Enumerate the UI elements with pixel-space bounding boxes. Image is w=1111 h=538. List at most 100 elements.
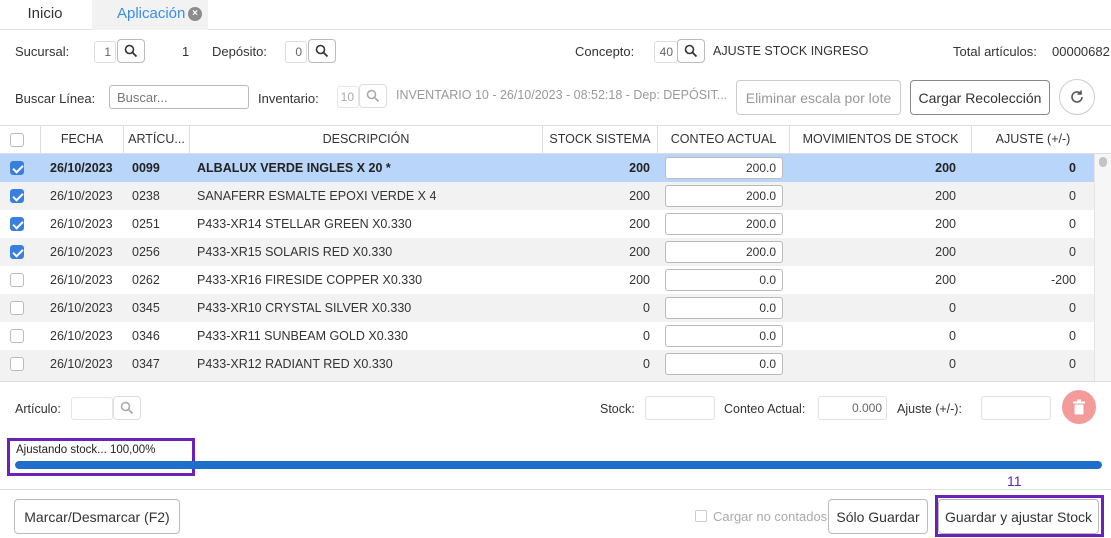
search-icon (366, 89, 380, 103)
search-icon (684, 44, 698, 58)
articulo-field[interactable] (71, 397, 113, 420)
articulo-label: Artículo: (15, 402, 61, 416)
stock-field[interactable] (645, 396, 715, 420)
header-select-all[interactable] (0, 126, 41, 154)
inventario-label: Inventario: (258, 91, 319, 106)
column-descripcion[interactable]: DESCRIPCIÓN (190, 126, 543, 154)
scroll-thumb[interactable] (1099, 157, 1107, 167)
cell-descripcion: P433-XR14 STELLAR GREEN X0.330 (197, 217, 412, 231)
conteo-input[interactable]: 200.0 (665, 241, 783, 263)
concepto-search-button[interactable] (677, 39, 705, 63)
cell-stock: 200 (629, 245, 650, 259)
marcar-desmarcar-button[interactable]: Marcar/Desmarcar (F2) (14, 499, 180, 534)
concepto-field[interactable]: 40 (654, 41, 678, 63)
eliminar-escala-button[interactable]: Eliminar escala por lote (736, 80, 901, 115)
table-scrollbar[interactable] (1094, 154, 1111, 381)
cell-ajuste: 0 (1069, 245, 1076, 259)
concepto-label: Concepto: (575, 44, 635, 59)
table-row[interactable]: 26/10/2023 0099 ALBALUX VERDE INGLES X 20 … (0, 154, 1094, 182)
cell-movimientos: 200 (935, 273, 956, 287)
conteo-input[interactable]: 200.0 (665, 185, 783, 207)
progress-text: Ajustando stock... 100,00% (16, 444, 156, 456)
cell-stock: 0 (643, 301, 650, 315)
table-row[interactable]: 26/10/2023 0345 P433-XR10 CRYSTAL SILVER X… (0, 294, 1094, 322)
concepto-description: AJUSTE STOCK INGRESO (713, 44, 869, 58)
delete-button[interactable] (1062, 390, 1096, 424)
row-checkbox[interactable] (10, 329, 24, 343)
solo-guardar-button[interactable]: Sólo Guardar (828, 499, 928, 534)
conteo-input[interactable]: 200.0 (665, 157, 783, 179)
conteo-input[interactable]: 0.0 (665, 297, 783, 319)
action-highlight (935, 495, 1104, 537)
articulo-search-button[interactable] (113, 396, 141, 420)
conteo-input[interactable]: 200.0 (665, 213, 783, 235)
cargar-recoleccion-button[interactable]: Cargar Recolección (910, 80, 1050, 115)
cell-descripcion: SANAFERR ESMALTE EPOXI VERDE X 4 (197, 189, 437, 203)
cell-descripcion: ALBALUX VERDE INGLES X 20 * (197, 161, 391, 175)
table-row[interactable]: 26/10/2023 0256 P433-XR15 SOLARIS RED X0.3… (0, 238, 1094, 266)
tab-aplicacion[interactable]: Aplicación × (92, 0, 208, 30)
items-table: FECHA ARTÍCU... DESCRIPCIÓN STOCK SISTEM… (0, 125, 1111, 382)
inventario-search-button[interactable] (359, 84, 387, 108)
inventario-description: INVENTARIO 10 - 26/10/2023 - 08:52:18 - … (396, 88, 728, 102)
cell-descripcion: P433-XR16 FIRESIDE COPPER X0.330 (197, 273, 423, 287)
sucursal-field[interactable]: 1 (94, 41, 116, 63)
column-fecha[interactable]: FECHA (41, 126, 124, 154)
cell-articulo: 0347 (132, 357, 160, 371)
refresh-button[interactable] (1059, 79, 1095, 115)
deposito-label: Depósito: (212, 44, 267, 59)
column-articulo[interactable]: ARTÍCU... (124, 126, 190, 154)
table-row[interactable] (0, 378, 1094, 382)
close-icon[interactable]: × (188, 7, 202, 21)
cargar-no-contados-checkbox[interactable] (695, 510, 707, 522)
buscar-linea-label: Buscar Línea: (15, 91, 96, 106)
cell-stock: 200 (629, 189, 650, 203)
conteo-input[interactable]: 0.0 (665, 353, 783, 375)
table-row[interactable]: 26/10/2023 0251 P433-XR14 STELLAR GREEN X0… (0, 210, 1094, 238)
row-checkbox[interactable] (10, 217, 24, 231)
conteo-input[interactable] (665, 381, 783, 382)
sucursal-search-button[interactable] (117, 39, 145, 63)
conteo-input[interactable]: 0.0 (665, 325, 783, 347)
column-ajuste[interactable]: AJUSTE (+/-) (972, 126, 1094, 154)
cell-fecha: 26/10/2023 (50, 245, 113, 259)
cell-ajuste: 0 (1069, 189, 1076, 203)
search-icon (124, 44, 138, 58)
tab-aplicacion-label: Aplicación (117, 5, 186, 22)
sucursal-label: Sucursal: (15, 44, 70, 59)
cell-ajuste: 0 (1069, 301, 1076, 315)
table-row[interactable]: 26/10/2023 0347 P433-XR12 RADIANT RED X0.3… (0, 350, 1094, 378)
cell-movimientos: 200 (935, 245, 956, 259)
table-row[interactable]: 26/10/2023 0262 P433-XR16 FIRESIDE COPPER … (0, 266, 1094, 294)
column-conteo-actual[interactable]: CONTEO ACTUAL (658, 126, 790, 154)
conteo-actual-field[interactable]: 0.000 (818, 396, 887, 420)
stock-label: Stock: (600, 402, 635, 416)
checkbox-icon[interactable] (10, 133, 24, 147)
cell-stock: 200 (629, 217, 650, 231)
row-checkbox[interactable] (10, 273, 24, 287)
progress-bar-fill (15, 461, 1102, 469)
sucursal-name: 1 (182, 44, 190, 59)
tab-inicio[interactable]: Inicio (0, 0, 90, 30)
table-row[interactable]: 26/10/2023 0346 P433-XR11 SUNBEAM GOLD X0.… (0, 322, 1094, 350)
row-checkbox[interactable] (10, 189, 24, 203)
cell-movimientos: 0 (949, 357, 956, 371)
deposito-field[interactable]: 0 (285, 41, 307, 63)
column-stock-sistema[interactable]: STOCK SISTEMA (543, 126, 658, 154)
cell-descripcion: P433-XR15 SOLARIS RED X0.330 (197, 245, 393, 259)
column-movimientos[interactable]: MOVIMIENTOS DE STOCK (790, 126, 972, 154)
search-icon (315, 44, 329, 58)
buscar-linea-input[interactable] (109, 85, 249, 109)
cell-ajuste: 0 (1069, 217, 1076, 231)
ajuste-field[interactable] (981, 396, 1051, 420)
deposito-search-button[interactable] (308, 39, 336, 63)
inventario-field[interactable]: 10 (337, 86, 359, 108)
row-checkbox[interactable] (10, 357, 24, 371)
table-row[interactable]: 26/10/2023 0238 SANAFERR ESMALTE EPOXI VER… (0, 182, 1094, 210)
cell-ajuste: 0 (1069, 357, 1076, 371)
cell-fecha: 26/10/2023 (50, 189, 113, 203)
row-checkbox[interactable] (10, 245, 24, 259)
conteo-input[interactable]: 0.0 (665, 269, 783, 291)
row-checkbox[interactable] (10, 161, 24, 175)
row-checkbox[interactable] (10, 301, 24, 315)
